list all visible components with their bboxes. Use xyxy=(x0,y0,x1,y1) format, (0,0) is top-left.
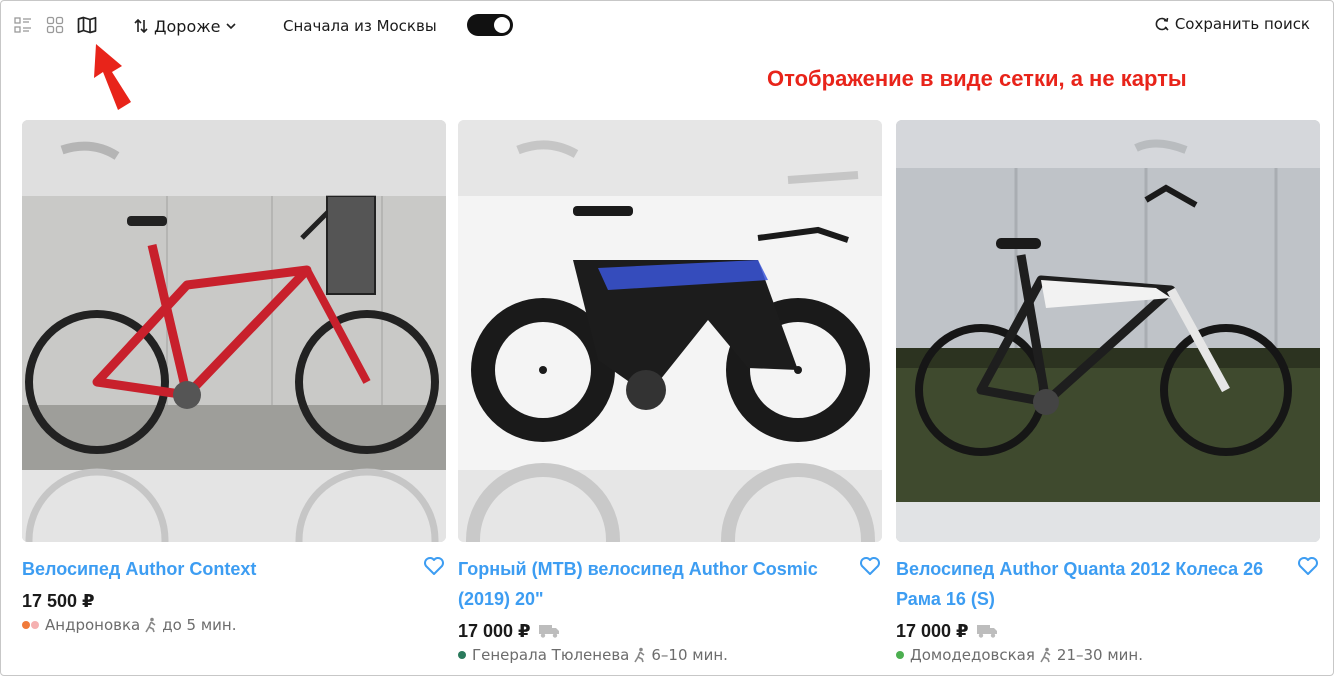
favorite-heart-icon[interactable] xyxy=(1296,554,1320,578)
toggle-knob xyxy=(494,17,510,33)
save-search-button[interactable]: Сохранить поиск xyxy=(1154,15,1310,33)
triathlon-bike-image xyxy=(458,120,882,542)
walk-time: до 5 мин. xyxy=(162,616,237,634)
walk-time: 21–30 мин. xyxy=(1056,646,1143,664)
metro-line-dot xyxy=(896,651,904,659)
favorite-heart-icon[interactable] xyxy=(422,554,446,578)
list-view-icon[interactable] xyxy=(12,14,34,36)
walking-person-icon xyxy=(144,617,158,633)
listing-card[interactable]: Велосипед Author Quanta 2012 Колеса 26 Р… xyxy=(896,120,1320,664)
sort-label: Дороже xyxy=(154,16,221,36)
listing-photo[interactable] xyxy=(458,120,882,542)
listing-price: 17 000 ₽ xyxy=(458,620,531,641)
walk-time: 6–10 мин. xyxy=(651,646,728,664)
listing-title[interactable]: Велосипед Author Quanta 2012 Колеса 26 Р… xyxy=(896,554,1276,614)
chevron-down-icon xyxy=(225,22,237,30)
listing-card[interactable]: Велосипед Author Context 17 500 ₽ Андрон… xyxy=(22,120,446,634)
listing-photo[interactable] xyxy=(22,120,446,542)
metro-station: Генерала Тюленева xyxy=(472,646,630,664)
walking-person-icon xyxy=(1039,647,1053,663)
map-view-icon[interactable] xyxy=(76,14,98,36)
red-arrow-annotation xyxy=(94,44,131,110)
red-bike-image xyxy=(22,120,446,542)
save-search-label: Сохранить поиск xyxy=(1174,15,1310,33)
white-bike-image xyxy=(896,120,1320,542)
save-search-icon xyxy=(1154,16,1170,32)
walking-person-icon xyxy=(633,647,647,663)
listing-card[interactable]: Горный (МТВ) велосипед Author Cosmic (20… xyxy=(458,120,882,664)
listing-location: Андроновка до 5 мин. xyxy=(22,616,446,634)
favorite-heart-icon[interactable] xyxy=(858,554,882,578)
metro-station: Домодедовская xyxy=(910,646,1035,664)
listing-location: Генерала Тюленева 6–10 мин. xyxy=(458,646,882,664)
listing-location: Домодедовская 21–30 мин. xyxy=(896,646,1320,664)
listing-photo[interactable] xyxy=(896,120,1320,542)
moscow-first-label: Сначала из Москвы xyxy=(283,17,437,35)
metro-line-dot xyxy=(22,621,30,629)
toolbar: Дороже Сначала из Москвы Сохранить поиск xyxy=(0,0,1336,52)
listing-title[interactable]: Велосипед Author Context xyxy=(22,554,402,584)
grid-view-icon[interactable] xyxy=(44,14,66,36)
listing-title[interactable]: Горный (МТВ) велосипед Author Cosmic (20… xyxy=(458,554,838,614)
listing-price: 17 000 ₽ xyxy=(896,620,969,641)
listing-price: 17 500 ₽ xyxy=(22,590,95,611)
sort-icon xyxy=(134,18,148,34)
metro-line-dot xyxy=(458,651,466,659)
metro-station: Андроновка xyxy=(45,616,141,634)
delivery-truck-icon xyxy=(538,624,561,638)
moscow-first-toggle[interactable] xyxy=(467,14,513,36)
annotation-text: Отображение в виде сетки, а не карты xyxy=(767,66,1187,91)
delivery-truck-icon xyxy=(976,624,999,638)
metro-line-dot xyxy=(31,621,39,629)
sort-dropdown[interactable]: Дороже xyxy=(134,13,237,39)
